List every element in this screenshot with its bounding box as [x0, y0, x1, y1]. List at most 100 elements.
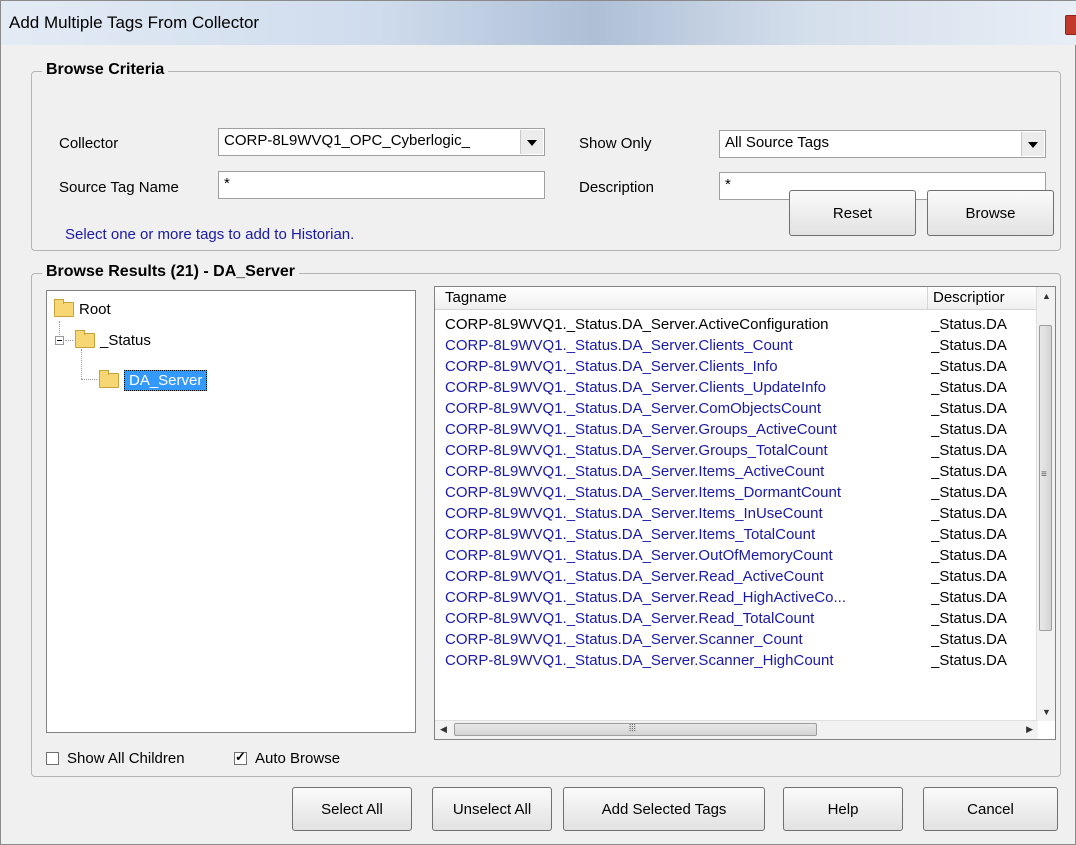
cancel-button[interactable]: Cancel [923, 787, 1058, 831]
add-selected-tags-button[interactable]: Add Selected Tags [563, 787, 765, 831]
collector-label: Collector [59, 135, 119, 152]
tagname-cell: CORP-8L9WVQ1._Status.DA_Server.Clients_C… [445, 337, 793, 354]
auto-browse-label: Auto Browse [255, 750, 341, 767]
table-row[interactable]: CORP-8L9WVQ1._Status.DA_Server.Items_Act… [435, 461, 1038, 482]
table-row[interactable]: CORP-8L9WVQ1._Status.DA_Server.OutOfMemo… [435, 545, 1038, 566]
folder-tree[interactable]: Root _Status DA_Server [46, 290, 416, 733]
browse-button[interactable]: Browse [927, 190, 1054, 236]
tree-node-da-server-label: DA_Server [124, 370, 208, 391]
scroll-up-icon[interactable]: ▲ [1042, 291, 1051, 301]
tree-line [59, 321, 60, 335]
help-button[interactable]: Help [783, 787, 903, 831]
source-tag-name-label: Source Tag Name [59, 179, 179, 196]
table-row[interactable]: CORP-8L9WVQ1._Status.DA_Server.ActiveCon… [435, 314, 1038, 335]
window-title: Add Multiple Tags From Collector [9, 13, 260, 32]
collapse-icon[interactable] [55, 336, 64, 345]
list-header: Tagname Descriptior [435, 287, 1038, 310]
show-all-children-label: Show All Children [67, 750, 185, 767]
table-row[interactable]: CORP-8L9WVQ1._Status.DA_Server.ComObject… [435, 398, 1038, 419]
folder-icon [75, 330, 95, 348]
table-row[interactable]: CORP-8L9WVQ1._Status.DA_Server.Read_Acti… [435, 566, 1038, 587]
tree-node-status-label: _Status [100, 332, 151, 349]
table-row[interactable]: CORP-8L9WVQ1._Status.DA_Server.Groups_Ac… [435, 419, 1038, 440]
show-only-select[interactable]: All Source Tags [719, 130, 1046, 158]
table-row[interactable]: CORP-8L9WVQ1._Status.DA_Server.Read_Tota… [435, 608, 1038, 629]
tree-line [81, 349, 82, 379]
collector-value: CORP-8L9WVQ1_OPC_Cyberlogic_ [224, 132, 470, 149]
description-cell: _Status.DA [931, 400, 1007, 417]
tree-node-da-server[interactable]: DA_Server [99, 370, 208, 391]
description-cell: _Status.DA [931, 442, 1007, 459]
description-cell: _Status.DA [931, 505, 1007, 522]
hint-text: Select one or more tags to add to Histor… [65, 226, 355, 243]
select-all-button[interactable]: Select All [292, 787, 412, 831]
tagname-cell: CORP-8L9WVQ1._Status.DA_Server.Read_High… [445, 589, 847, 606]
table-row[interactable]: CORP-8L9WVQ1._Status.DA_Server.Clients_U… [435, 377, 1038, 398]
close-button[interactable] [1065, 15, 1076, 35]
tag-list[interactable]: Tagname Descriptior CORP-8L9WVQ1._Status… [434, 286, 1056, 740]
horizontal-scrollbar[interactable]: ◀ ⦙⦙⦙ ▶ [435, 720, 1038, 739]
tree-line [65, 340, 73, 341]
dialog-window: Add Multiple Tags From Collector Browse … [0, 0, 1076, 845]
description-cell: _Status.DA [931, 568, 1007, 585]
tagname-cell: CORP-8L9WVQ1._Status.DA_Server.OutOfMemo… [445, 547, 833, 564]
table-row[interactable]: CORP-8L9WVQ1._Status.DA_Server.Scanner_C… [435, 629, 1038, 650]
tagname-cell: CORP-8L9WVQ1._Status.DA_Server.Clients_U… [445, 379, 827, 396]
grip-icon: ≡ [1041, 469, 1047, 480]
tagname-cell: CORP-8L9WVQ1._Status.DA_Server.Items_Dor… [445, 484, 841, 501]
tree-node-root[interactable]: Root [54, 299, 111, 318]
show-only-label: Show Only [579, 135, 652, 152]
scroll-right-icon[interactable]: ▶ [1026, 724, 1033, 735]
tagname-cell: CORP-8L9WVQ1._Status.DA_Server.Read_Acti… [445, 568, 824, 585]
collector-select[interactable]: CORP-8L9WVQ1_OPC_Cyberlogic_ [218, 128, 545, 156]
browse-criteria-title: Browse Criteria [42, 61, 169, 79]
description-cell: _Status.DA [931, 337, 1007, 354]
description-cell: _Status.DA [931, 526, 1007, 543]
tagname-cell: CORP-8L9WVQ1._Status.DA_Server.ComObject… [445, 400, 821, 417]
scroll-left-icon[interactable]: ◀ [440, 724, 447, 735]
vertical-scrollbar[interactable]: ▲ ≡ ▼ [1036, 287, 1055, 721]
scroll-thumb[interactable]: ≡ [1039, 325, 1052, 631]
chevron-down-icon[interactable] [520, 130, 543, 154]
tagname-cell: CORP-8L9WVQ1._Status.DA_Server.Items_Act… [445, 463, 825, 480]
browse-results-title: Browse Results (21) - DA_Server [42, 263, 299, 281]
tree-node-root-label: Root [79, 301, 111, 318]
auto-browse-checkbox[interactable]: Auto Browse [234, 749, 341, 767]
description-cell: _Status.DA [931, 358, 1007, 375]
table-row[interactable]: CORP-8L9WVQ1._Status.DA_Server.Read_High… [435, 587, 1038, 608]
scroll-down-icon[interactable]: ▼ [1042, 707, 1051, 717]
table-row[interactable]: CORP-8L9WVQ1._Status.DA_Server.Items_Tot… [435, 524, 1038, 545]
table-row[interactable]: CORP-8L9WVQ1._Status.DA_Server.Items_InU… [435, 503, 1038, 524]
description-cell: _Status.DA [931, 463, 1007, 480]
tree-node-status[interactable]: _Status [75, 330, 151, 349]
tree-line [81, 379, 97, 380]
table-row[interactable]: CORP-8L9WVQ1._Status.DA_Server.Scanner_H… [435, 650, 1038, 671]
description-cell: _Status.DA [931, 379, 1007, 396]
description-cell: _Status.DA [931, 547, 1007, 564]
description-cell: _Status.DA [931, 652, 1007, 669]
show-all-children-checkbox[interactable]: Show All Children [46, 750, 185, 767]
tagname-cell: CORP-8L9WVQ1._Status.DA_Server.Items_InU… [445, 505, 823, 522]
scroll-thumb[interactable]: ⦙⦙⦙ [454, 723, 817, 736]
checkmark-icon [234, 749, 247, 765]
table-row[interactable]: CORP-8L9WVQ1._Status.DA_Server.Items_Dor… [435, 482, 1038, 503]
column-header-description[interactable]: Descriptior [928, 287, 1038, 309]
reset-button[interactable]: Reset [789, 190, 916, 236]
description-cell: _Status.DA [931, 316, 1007, 333]
tagname-cell: CORP-8L9WVQ1._Status.DA_Server.ActiveCon… [445, 316, 829, 333]
checkbox-box [46, 752, 59, 765]
tagname-cell: CORP-8L9WVQ1._Status.DA_Server.Scanner_H… [445, 652, 834, 669]
chevron-down-icon[interactable] [1021, 132, 1044, 156]
grip-icon: ⦙⦙⦙ [629, 723, 636, 734]
folder-icon [54, 299, 74, 317]
table-row[interactable]: CORP-8L9WVQ1._Status.DA_Server.Clients_C… [435, 335, 1038, 356]
table-row[interactable]: CORP-8L9WVQ1._Status.DA_Server.Clients_I… [435, 356, 1038, 377]
description-cell: _Status.DA [931, 631, 1007, 648]
unselect-all-button[interactable]: Unselect All [432, 787, 552, 831]
table-row[interactable]: CORP-8L9WVQ1._Status.DA_Server.Groups_To… [435, 440, 1038, 461]
source-tag-name-input[interactable]: * [218, 171, 545, 199]
column-header-tagname[interactable]: Tagname [435, 287, 928, 309]
title-bar: Add Multiple Tags From Collector [1, 1, 1076, 45]
tagname-cell: CORP-8L9WVQ1._Status.DA_Server.Groups_Ac… [445, 421, 837, 438]
tagname-cell: CORP-8L9WVQ1._Status.DA_Server.Clients_I… [445, 358, 778, 375]
